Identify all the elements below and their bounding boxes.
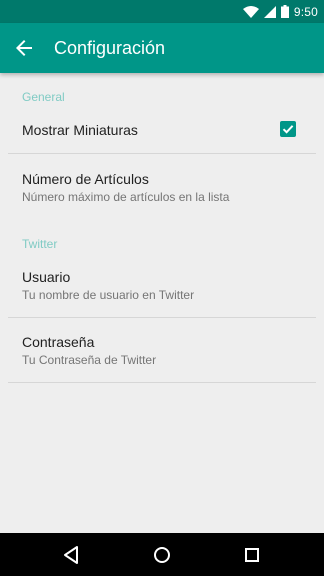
category-twitter: Twitter xyxy=(22,237,58,251)
pref-summary: Tu nombre de usuario en Twitter xyxy=(22,288,195,302)
thumbnails-checkbox[interactable] xyxy=(280,121,296,137)
pref-title: Número de Artículos xyxy=(22,171,149,187)
pref-title: Contraseña xyxy=(22,334,95,350)
category-general: General xyxy=(22,90,65,104)
pref-summary: Número máximo de artículos en la lista xyxy=(22,190,230,204)
status-bar: 9:50 xyxy=(0,0,324,23)
navigation-bar xyxy=(0,533,324,576)
divider xyxy=(8,382,316,383)
status-time: 9:50 xyxy=(293,4,318,19)
app-bar: Configuración xyxy=(0,23,324,73)
pref-summary: Tu Contraseña de Twitter xyxy=(22,353,157,367)
signal-icon xyxy=(263,5,276,18)
home-circle-icon[interactable] xyxy=(150,543,174,567)
battery-icon xyxy=(280,5,289,18)
check-icon xyxy=(282,125,294,134)
pref-password[interactable]: Contraseña Tu Contraseña de Twitter xyxy=(0,318,324,382)
pref-article-count[interactable]: Número de Artículos Número máximo de art… xyxy=(0,154,324,214)
settings-list: General Mostrar Miniaturas Número de Art… xyxy=(0,73,324,533)
pref-show-thumbnails[interactable]: Mostrar Miniaturas xyxy=(0,113,324,153)
status-icons: 9:50 xyxy=(242,3,318,20)
back-triangle-icon[interactable] xyxy=(59,543,83,567)
wifi-icon xyxy=(242,5,259,18)
pref-title: Usuario xyxy=(22,269,71,285)
recents-square-icon[interactable] xyxy=(240,543,264,567)
page-title: Configuración xyxy=(54,38,166,58)
pref-title: Mostrar Miniaturas xyxy=(22,122,138,138)
arrow-back-icon[interactable] xyxy=(12,36,36,60)
pref-username[interactable]: Usuario Tu nombre de usuario en Twitter xyxy=(0,255,324,317)
